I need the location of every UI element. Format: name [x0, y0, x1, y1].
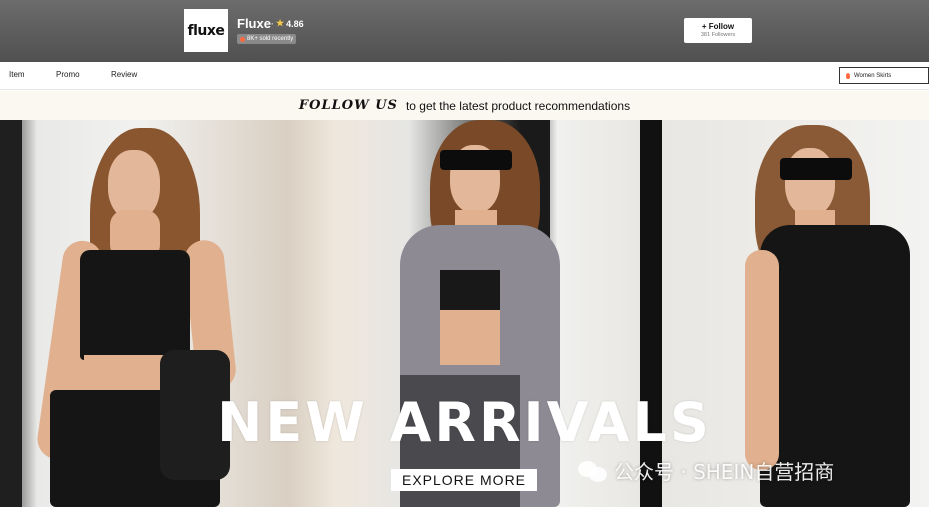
sold-badge-text: 8K+ sold recently	[247, 36, 294, 42]
rating-value: 4.86	[286, 18, 304, 29]
banner-headline: NEW ARRIVALS	[217, 391, 712, 454]
watermark-text: 公众号 · SHEIN自营招商	[614, 460, 835, 484]
store-header: fluxe Fluxe · ★ 4.86 8K+ sold recently +…	[0, 0, 929, 62]
store-tabbar: Item Promo Review Women Skirts	[0, 62, 929, 90]
followers-count: 381 Followers	[700, 32, 736, 38]
sold-recently-badge: 8K+ sold recently	[237, 34, 297, 44]
category-search-value: Women Skirts	[854, 72, 892, 79]
category-search[interactable]: Women Skirts	[839, 67, 929, 84]
star-icon: ★	[276, 18, 285, 28]
store-name[interactable]: Fluxe	[237, 16, 271, 31]
follow-us-title: FOLLOW US	[298, 98, 398, 113]
tab-promo[interactable]: Promo	[56, 70, 80, 79]
explore-more-button[interactable]: EXPLORE MORE	[391, 469, 537, 491]
rating-separator: ·	[271, 18, 274, 29]
wechat-icon	[578, 459, 608, 483]
wechat-watermark: 公众号 · SHEIN自营招商	[578, 456, 834, 485]
tab-review[interactable]: Review	[111, 70, 137, 79]
flame-icon	[846, 72, 850, 79]
follow-us-subtitle: to get the latest product recommendation…	[405, 98, 631, 113]
fire-icon	[240, 36, 245, 42]
store-rating: · ★ 4.86	[271, 18, 304, 29]
follow-button-label: + Follow	[701, 22, 735, 31]
new-arrivals-banner[interactable]: NEW ARRIVALS EXPLORE MORE	[0, 120, 929, 507]
follow-us-strip[interactable]: FOLLOW US to get the latest product reco…	[0, 91, 929, 120]
tab-item[interactable]: Item	[9, 70, 25, 79]
store-logo[interactable]: fluxe	[184, 9, 228, 52]
follow-button[interactable]: + Follow 381 Followers	[684, 18, 752, 43]
